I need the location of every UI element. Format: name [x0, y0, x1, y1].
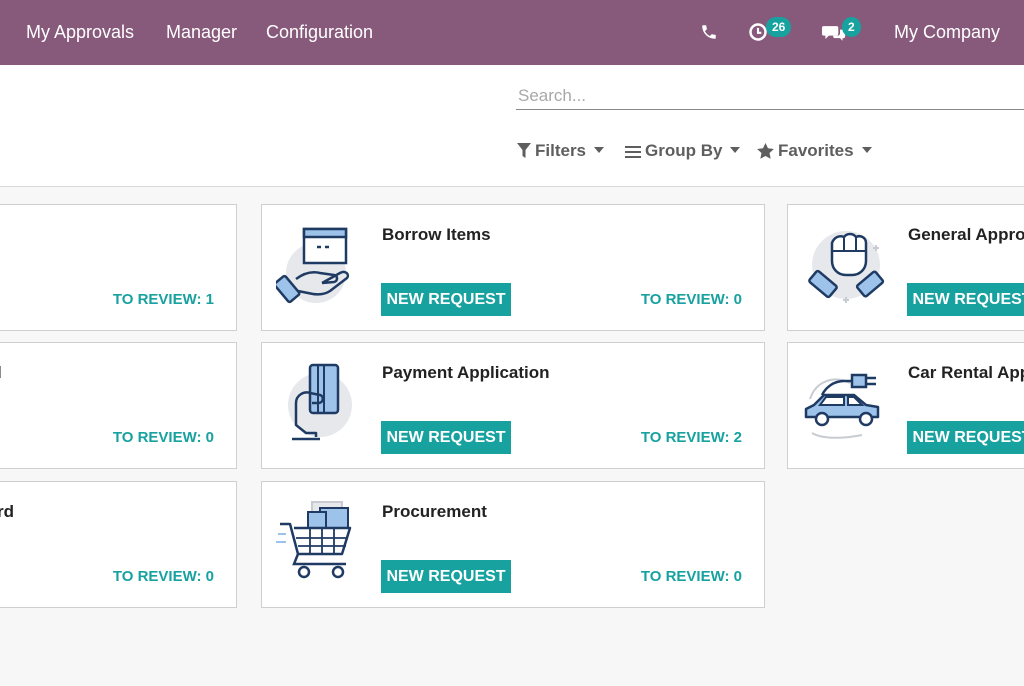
to-review-link[interactable]: TO REVIEW: 0: [641, 291, 742, 308]
new-request-button[interactable]: NEW REQUEST: [381, 560, 511, 593]
approval-card: l TO REVIEW: 0: [0, 342, 237, 469]
approval-card: TO REVIEW: 1: [0, 204, 237, 331]
raised-fist-icon: [808, 231, 885, 303]
new-request-button[interactable]: NEW REQUEST: [907, 421, 1024, 454]
menu-my-approvals[interactable]: My Approvals: [26, 0, 134, 65]
activity-button[interactable]: 26: [746, 14, 798, 50]
messages-button[interactable]: 2: [822, 14, 868, 50]
card-title: l: [0, 363, 2, 383]
approval-card-car-rental[interactable]: Car Rental App NEW REQUEST: [787, 342, 1024, 469]
menu-manager[interactable]: Manager: [166, 0, 237, 65]
new-request-button[interactable]: NEW REQUEST: [381, 283, 511, 316]
card-title: Car Rental App: [908, 363, 1024, 382]
card-title: Payment Application: [382, 363, 550, 382]
approval-card-borrow-items[interactable]: Borrow Items NEW REQUEST TO REVIEW: 0: [261, 204, 765, 331]
menu-configuration[interactable]: Configuration: [266, 0, 373, 65]
filters-button[interactable]: Filters: [517, 139, 605, 163]
filter-icon: [517, 143, 531, 158]
clock-icon: [749, 23, 767, 41]
to-review-link[interactable]: TO REVIEW: 0: [113, 429, 214, 446]
star-icon: [757, 143, 774, 159]
activity-badge: 26: [766, 17, 792, 37]
approval-card-payment-application[interactable]: Payment Application NEW REQUEST TO REVIE…: [261, 342, 765, 469]
to-review-link[interactable]: TO REVIEW: 2: [641, 429, 742, 446]
search-input[interactable]: [516, 83, 1024, 110]
shopping-cart-icon: [276, 501, 352, 579]
caret-down-icon: [861, 147, 872, 153]
card-title: General Approv: [908, 225, 1024, 244]
company-switcher[interactable]: My Company: [894, 0, 1024, 102]
caret-down-icon: [730, 147, 741, 153]
filters-label: Filters: [535, 141, 587, 160]
box-in-hand-icon: [276, 227, 350, 304]
list-icon: [625, 146, 641, 158]
top-navbar: My Approvals Manager Configuration 26 2 …: [0, 0, 1024, 102]
credit-card-in-hand-icon: [288, 363, 352, 441]
messages-badge: 2: [842, 17, 861, 37]
new-request-button[interactable]: NEW REQUEST: [381, 421, 511, 454]
card-title: Procurement: [382, 502, 487, 521]
favorites-label: Favorites: [778, 141, 854, 160]
to-review-link[interactable]: TO REVIEW: 0: [113, 568, 214, 585]
phone-icon: [702, 25, 716, 39]
card-title: rd: [0, 502, 14, 521]
company-name: My Company: [894, 22, 1001, 42]
approval-card: rd TO REVIEW: 0: [0, 481, 237, 608]
to-review-link[interactable]: TO REVIEW: 1: [113, 291, 214, 308]
control-panel: Filters Group By Favorites: [0, 65, 1024, 187]
group-by-label: Group By: [645, 141, 723, 160]
new-request-button[interactable]: NEW REQUEST: [907, 283, 1024, 316]
caret-down-icon: [594, 147, 605, 153]
electric-car-icon: [804, 373, 880, 439]
group-by-button[interactable]: Group By: [625, 139, 741, 163]
approval-card-general-approval[interactable]: General Approv NEW REQUEST: [787, 204, 1024, 331]
favorites-button[interactable]: Favorites: [757, 139, 872, 163]
card-title: Borrow Items: [382, 225, 491, 244]
approval-card-procurement[interactable]: Procurement NEW REQUEST TO REVIEW: 0: [261, 481, 765, 608]
kanban-view: TO REVIEW: 1 l TO REVIEW: 0 rd TO REVIEW…: [0, 187, 1024, 686]
phone-button[interactable]: [698, 14, 722, 50]
to-review-link[interactable]: TO REVIEW: 0: [641, 568, 742, 585]
